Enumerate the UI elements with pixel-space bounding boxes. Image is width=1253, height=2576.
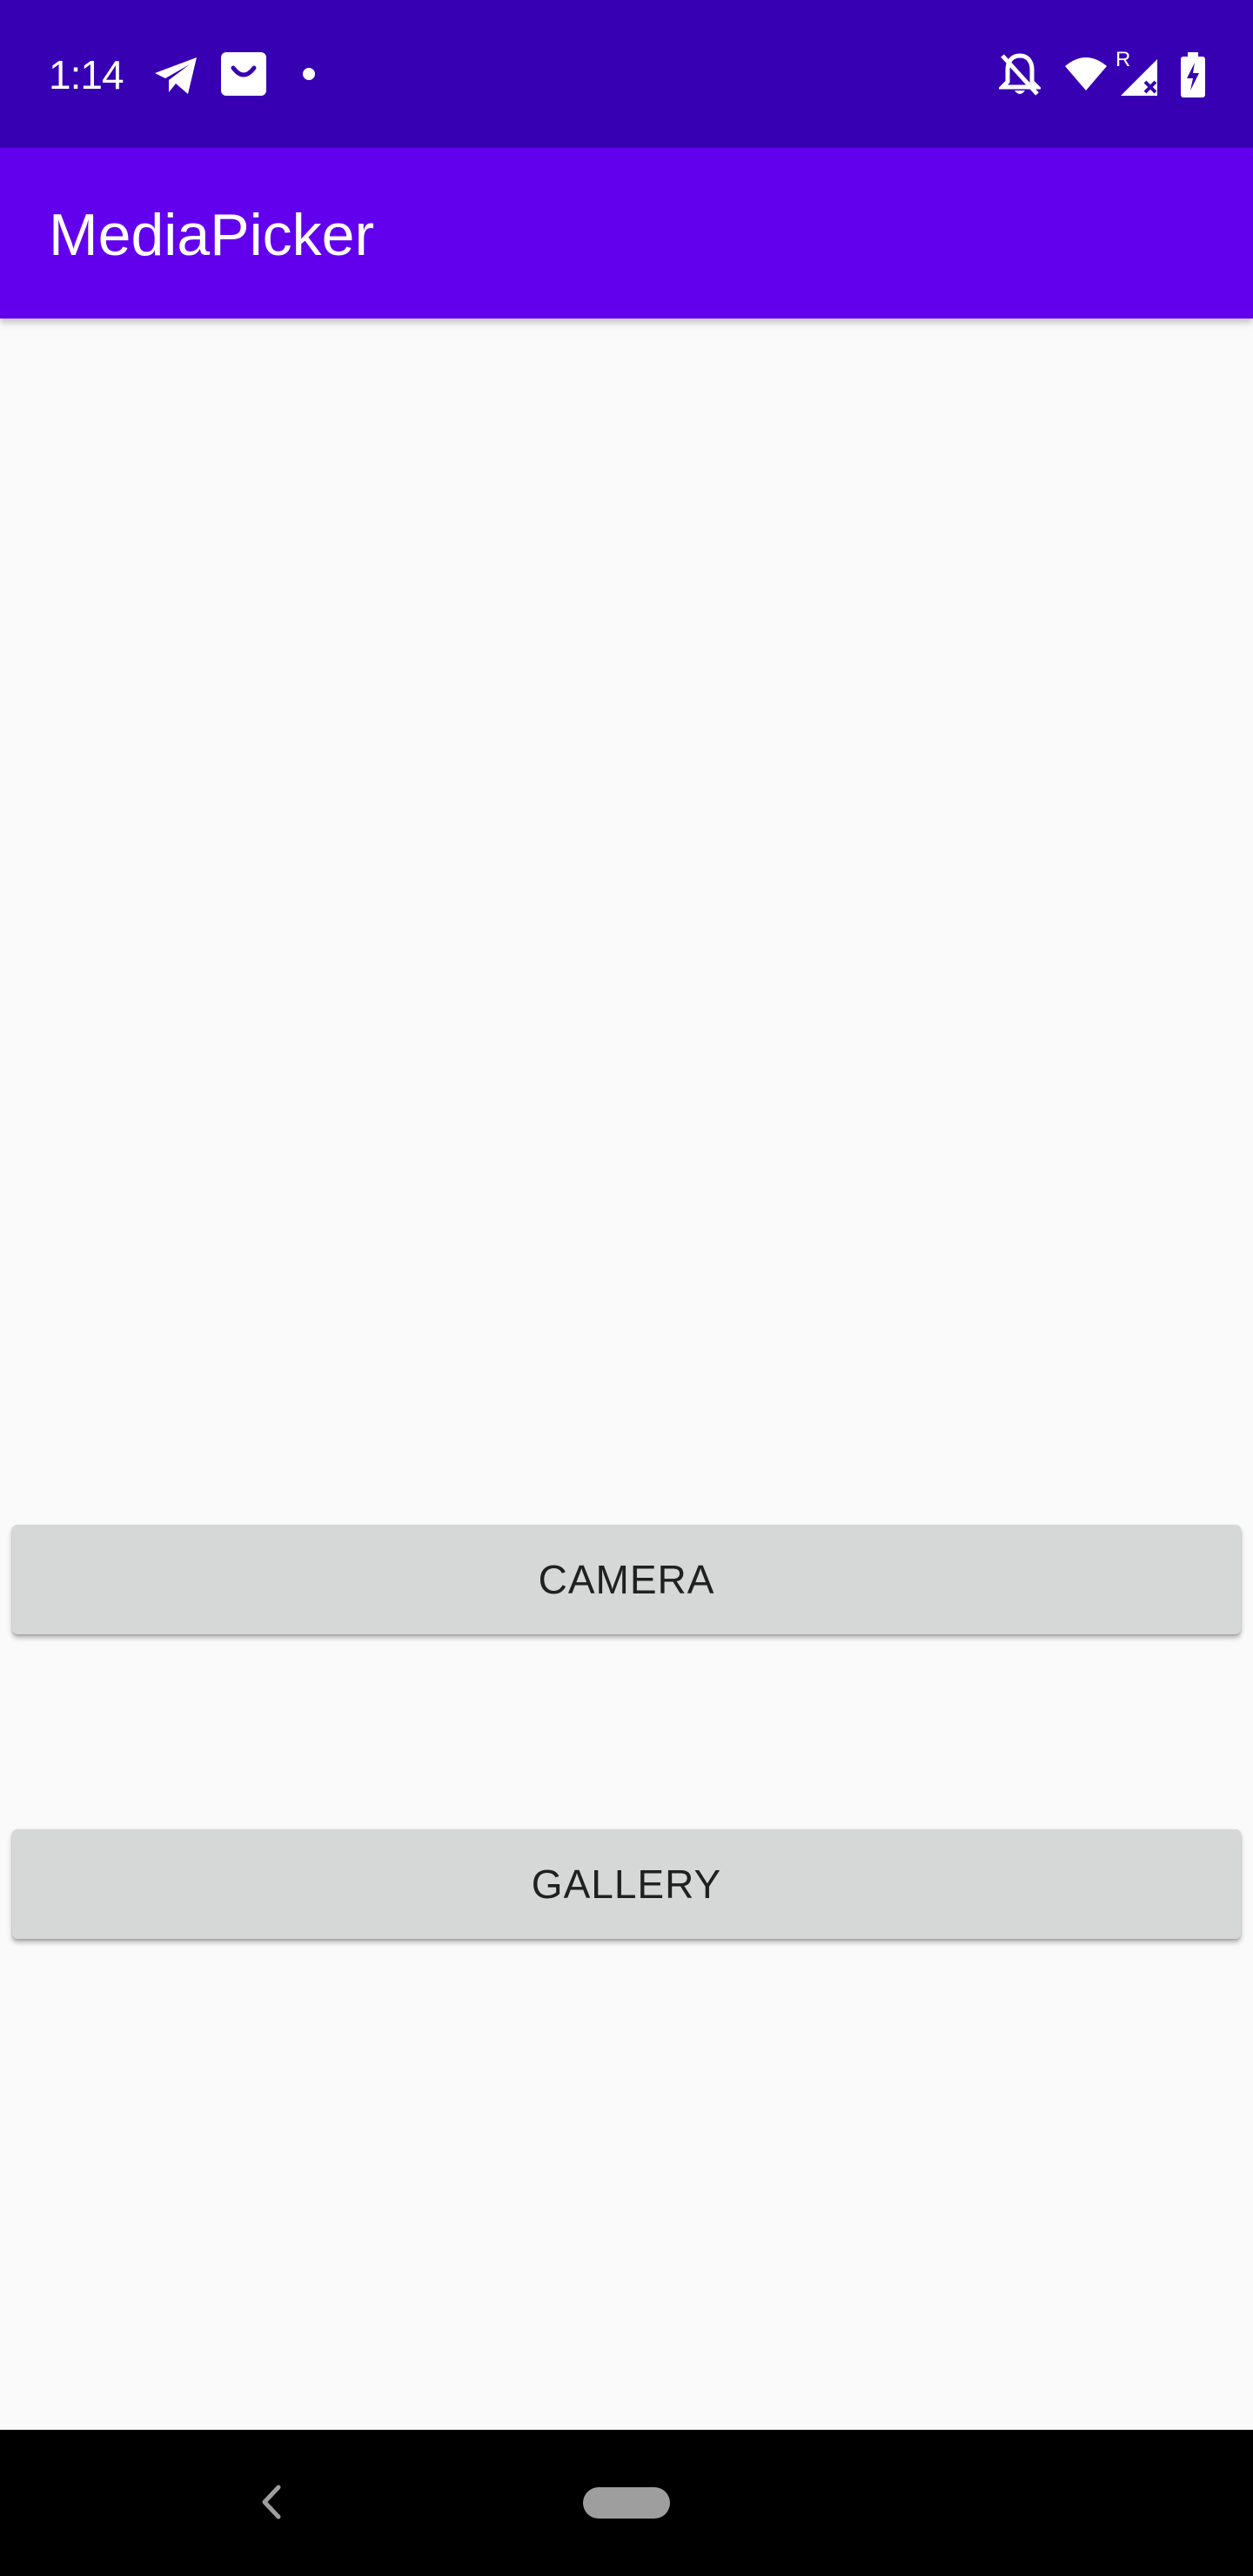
- notification-dot-icon: [303, 68, 315, 80]
- app-title: MediaPicker: [49, 202, 375, 268]
- roaming-label: R: [1116, 48, 1131, 71]
- gallery-button[interactable]: GALLERY: [12, 1829, 1241, 1939]
- home-pill-icon[interactable]: [583, 2487, 670, 2519]
- app-bar: MediaPicker: [0, 148, 1253, 319]
- bell-off-icon: [999, 53, 1041, 96]
- battery-charging-icon: [1181, 52, 1205, 97]
- telegram-icon: [155, 57, 197, 94]
- status-time: 1:14: [49, 52, 124, 97]
- back-icon[interactable]: [254, 2480, 289, 2524]
- camera-button[interactable]: CAMERA: [12, 1525, 1241, 1634]
- content-area: [0, 319, 1253, 2430]
- wifi-icon: [1065, 57, 1107, 91]
- status-bar: 1:14 R: [0, 0, 1253, 148]
- shopping-bag-icon: [221, 52, 266, 96]
- navigation-bar: [0, 2430, 1253, 2576]
